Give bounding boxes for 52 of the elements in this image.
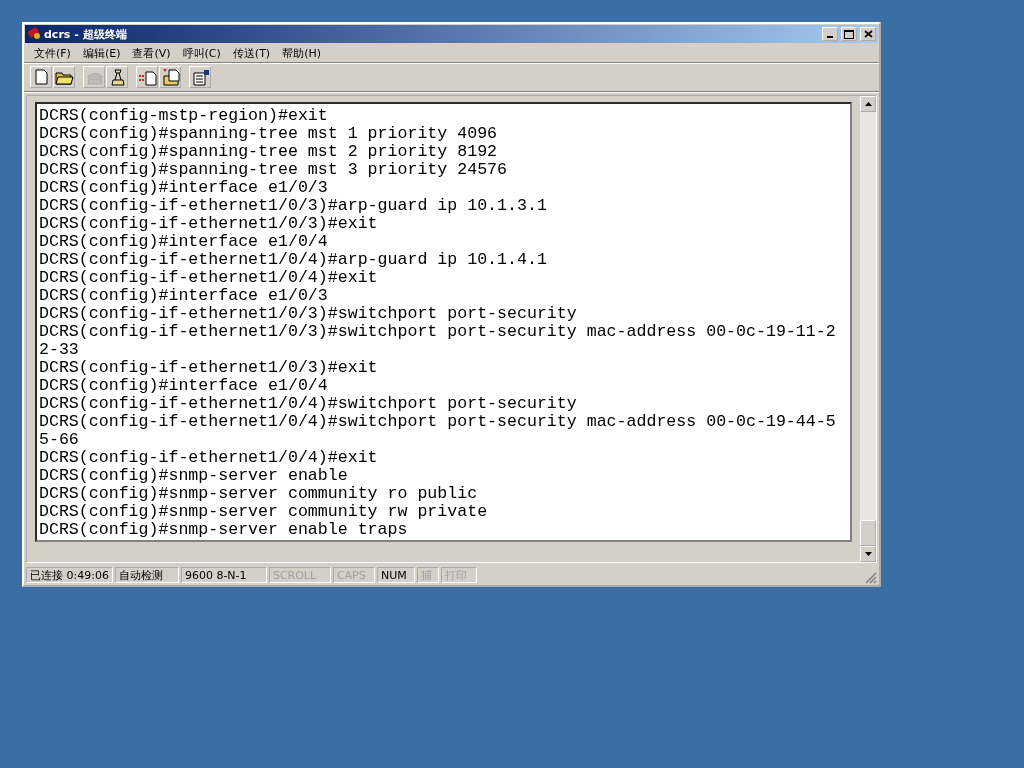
terminal-line: DCRS(config-if-ethernet1/0/3)#arp-guard ip 10.1.3.1 [39, 197, 548, 215]
terminal-line: DCRS(config-if-ethernet1/0/4)#arp-guard ip 10.1.4.1 [39, 251, 548, 269]
terminal-line: DCRS(config)#spanning-tree mst 2 priority 8192 [39, 143, 499, 161]
vertical-scrollbar[interactable] [860, 96, 876, 562]
window-title: dcrs - 超级终端 [44, 26, 128, 42]
terminal-line: DCRS(config-if-ethernet1/0/3)#exit [39, 215, 379, 233]
status-field: 9600 8-N-1 [180, 567, 267, 583]
terminal-line: 5-66 [39, 431, 80, 449]
terminal-line: DCRS(config)#snmp-server community rw private [39, 503, 489, 521]
menu-item[interactable]: 帮助(H) [276, 45, 327, 61]
close-icon [863, 30, 873, 38]
status-field: 自动检测 [114, 567, 179, 583]
toolbar-button[interactable] [53, 66, 75, 88]
menu-item[interactable]: 传送(T) [226, 45, 277, 61]
receive-file-icon [160, 67, 180, 87]
terminal-line: DCRS(config-if-ethernet1/0/3)#exit [39, 359, 379, 377]
terminal-line: DCRS(config)#interface e1/0/3 [39, 287, 329, 305]
scroll-up-button[interactable] [860, 96, 876, 112]
terminal-line: DCRS(config)#snmp-server enable [39, 467, 349, 485]
toolbar-button[interactable] [189, 66, 211, 88]
status-field: 已连接 0:49:06 [26, 567, 113, 583]
menu-item[interactable]: 文件(F) [28, 45, 77, 61]
up-arrow-icon [864, 102, 872, 106]
scroll-down-button[interactable] [860, 546, 876, 562]
status-field: NUM [376, 567, 415, 583]
maximize-icon [844, 29, 854, 39]
terminal-line: DCRS(config)#snmp-server enable traps [39, 521, 409, 539]
terminal-line: DCRS(config-if-ethernet1/0/4)#exit [39, 449, 379, 467]
terminal-line: 2-33 [39, 341, 80, 359]
resize-grip-icon [865, 569, 877, 581]
close-button[interactable] [860, 27, 876, 41]
terminal-line: DCRS(config-if-ethernet1/0/4)#switchport port-security mac-address 00-0c-19-44-5 [39, 413, 837, 431]
terminal-line: DCRS(config)#spanning-tree mst 3 priority 24576 [39, 161, 509, 179]
terminal-line: DCRS(config-if-ethernet1/0/3)#switchport port-security mac-address 00-0c-19-11-2 [39, 323, 837, 341]
terminal-line: DCRS(config)#interface e1/0/4 [39, 377, 329, 395]
properties-icon [190, 67, 210, 87]
terminal-line: DCRS(config)#spanning-tree mst 1 priority 4096 [39, 125, 499, 143]
terminal-line: DCRS(config)#interface e1/0/4 [39, 233, 329, 251]
scrollbar-thumb[interactable] [860, 520, 876, 546]
terminal-line: DCRS(config-mstp-region)#exit [39, 107, 329, 125]
terminal-line: DCRS(config-if-ethernet1/0/3)#switchport port-security [39, 305, 578, 323]
menu-item[interactable]: 查看(V) [126, 45, 177, 61]
toolbar-button[interactable] [159, 66, 181, 88]
terminal-line: DCRS(config-if-ethernet1/0/4)#exit [39, 269, 379, 287]
down-arrow-icon [864, 552, 872, 556]
terminal-line: DCRS(config)#interface e1/0/3 [39, 179, 329, 197]
maximize-button[interactable] [841, 27, 857, 41]
menu-item[interactable]: 呼叫(C) [176, 45, 227, 61]
terminal-line: DCRS(config-if-ethernet1/0/4)#switchport port-security [39, 395, 578, 413]
terminal-line: DCRS(config)#snmp-server community ro public [39, 485, 479, 503]
minimize-button[interactable] [822, 27, 838, 41]
menu-item[interactable]: 编辑(E) [76, 45, 127, 61]
